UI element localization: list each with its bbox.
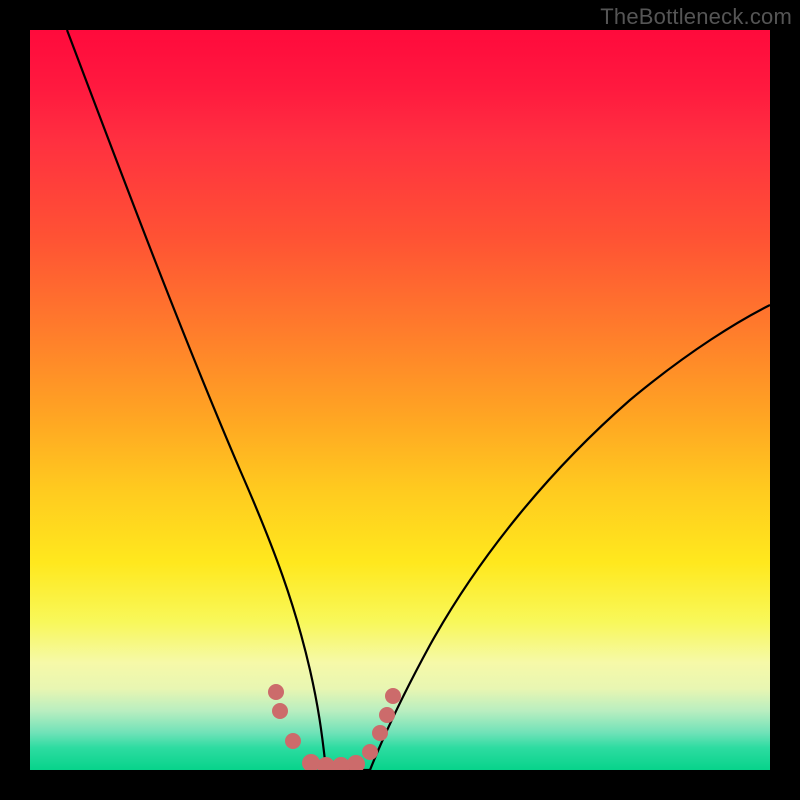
curve-right: [370, 305, 770, 770]
curve-left: [67, 30, 326, 770]
chart-frame: TheBottleneck.com: [0, 0, 800, 800]
chart-overlay: [30, 30, 770, 770]
watermark: TheBottleneck.com: [600, 4, 792, 30]
valley-dots: [268, 684, 401, 770]
